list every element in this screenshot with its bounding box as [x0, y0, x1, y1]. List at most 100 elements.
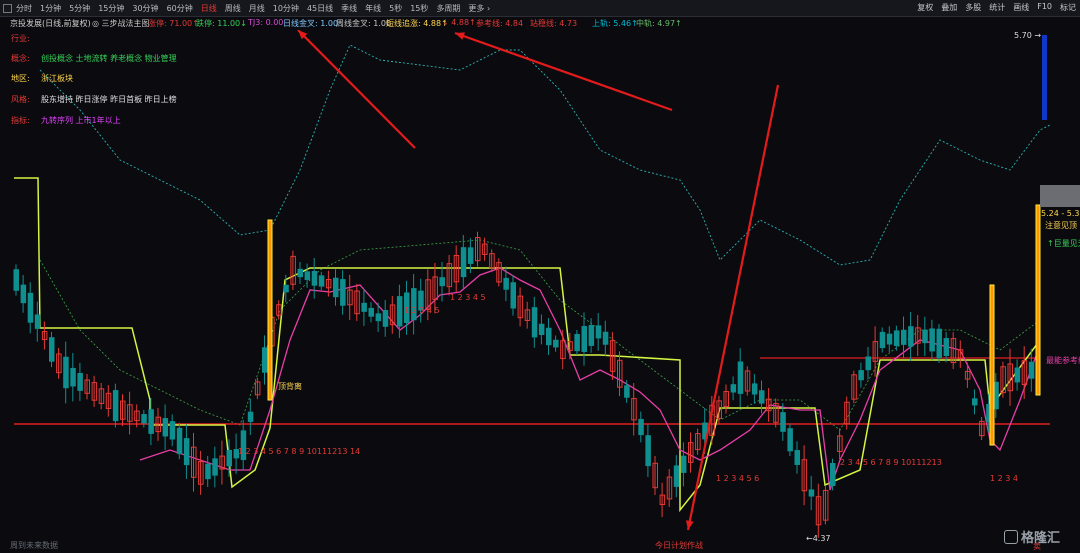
- info-item-0: 涨停: 71.00↑: [148, 19, 199, 28]
- candle-body: [830, 462, 836, 487]
- candle-body: [531, 307, 538, 338]
- candle-body: [595, 325, 602, 339]
- candle-body: [112, 390, 119, 422]
- label-top-divergence: 顶背离: [278, 382, 302, 391]
- candle-body: [162, 418, 169, 437]
- tab-4[interactable]: 30分钟: [130, 2, 160, 15]
- candle-body: [49, 337, 55, 362]
- candle-body: [283, 284, 289, 293]
- candle-body: [382, 309, 389, 327]
- right-menu-item-2[interactable]: 多股: [965, 2, 981, 13]
- info-item-7: 参考线: 4.84: [476, 19, 524, 28]
- candle-body: [13, 269, 19, 291]
- upper-counter-0: 1 2 3 4 5: [404, 306, 440, 315]
- candle-body: [333, 277, 339, 298]
- annotation-arrow-2: [454, 31, 673, 112]
- candle-body: [70, 367, 76, 387]
- candle-body: [588, 324, 595, 346]
- label-watch-top: 注意见顶: [1045, 221, 1077, 230]
- candle-body: [546, 327, 552, 346]
- candle-body: [510, 282, 516, 309]
- candle-body: [645, 435, 651, 467]
- info-item-3: 日线金叉: 1.00: [283, 19, 339, 28]
- candle-body: [304, 271, 311, 280]
- label-price-range: 5.24 - 5.30: [1041, 209, 1080, 218]
- tab-6[interactable]: 日线: [199, 2, 219, 15]
- candle-body: [1028, 361, 1035, 379]
- watermark-text: 格隆汇: [1021, 531, 1061, 546]
- menu-icon[interactable]: [3, 4, 12, 13]
- tab-0[interactable]: 分时: [14, 2, 34, 15]
- right-blue-bar: [1042, 35, 1047, 120]
- right-menu: 复权 叠加 多股 统计 画线 F10 标记: [917, 2, 1076, 13]
- candle-body: [680, 455, 687, 473]
- candle-body: [673, 465, 680, 487]
- tab-10[interactable]: 45日线: [305, 2, 335, 15]
- candle-body: [503, 277, 509, 290]
- indicator-name[interactable]: ◎ 三步战法主图: [92, 18, 150, 29]
- tab-5[interactable]: 60分钟: [165, 2, 195, 15]
- label-today-plan: 今日计划作战: [655, 541, 703, 550]
- tab-13[interactable]: 5秒: [387, 2, 404, 15]
- candle-body: [787, 428, 793, 452]
- label-huge-volume: ↑巨量见天: [1047, 239, 1080, 248]
- info-item-6: ↓ 4.88↑: [442, 18, 476, 27]
- info-item-4: 周线金叉: 1.00: [336, 19, 392, 28]
- bottom-counter-0: 1 2 3 4 5 6 7 8 9 10111213 14: [238, 447, 361, 456]
- candle-body: [396, 296, 403, 327]
- candle-body: [737, 361, 744, 394]
- tab-9[interactable]: 10分钟: [271, 2, 301, 15]
- annotation-arrow-3-head: [686, 520, 694, 530]
- tab-15[interactable]: 多周期: [434, 2, 462, 15]
- tab-16[interactable]: 更多 ›: [466, 2, 492, 15]
- right-menu-item-6[interactable]: 标记: [1060, 2, 1076, 13]
- tab-1[interactable]: 1分钟: [38, 2, 63, 15]
- candle-body: [183, 438, 190, 466]
- candle-body: [34, 314, 41, 329]
- candle-body: [1014, 367, 1021, 383]
- bottom-counter-1: 1 2 3 4 5 6: [716, 474, 760, 483]
- bottom-counter-2: 2 3 4 5 6 7 8 9 10111213: [840, 458, 942, 467]
- tab-2[interactable]: 5分钟: [67, 2, 92, 15]
- label-strong-ref: 最能参考线: [1046, 356, 1080, 365]
- tab-11[interactable]: 季线: [339, 2, 359, 15]
- right-menu-item-1[interactable]: 叠加: [941, 2, 957, 13]
- right-menu-item-4[interactable]: 画线: [1013, 2, 1029, 13]
- candle-body: [602, 331, 609, 345]
- candle-body: [247, 411, 254, 422]
- toolbar: 分时 1分钟 5分钟 15分钟 30分钟 60分钟 日线 周线 月线 10分钟 45日线 季线 年线 5秒…: [0, 0, 1080, 17]
- tab-8[interactable]: 月线: [247, 2, 267, 15]
- candle-body: [77, 372, 83, 391]
- annotation-arrow-3: [686, 84, 780, 531]
- right-menu-item-3[interactable]: 统计: [989, 2, 1005, 13]
- tab-12[interactable]: 年线: [363, 2, 383, 15]
- info-item-8: 站稳线: 4.73: [530, 19, 578, 28]
- right-gray-box: [1040, 185, 1080, 207]
- candle-body: [759, 390, 765, 404]
- candle-body: [439, 277, 445, 287]
- candle-body: [375, 313, 382, 322]
- candle-body: [141, 414, 147, 424]
- stock-title[interactable]: 京投发展(日线,前复权): [10, 18, 91, 29]
- tab-14[interactable]: 15秒: [408, 2, 430, 15]
- candle-body: [730, 384, 737, 393]
- candle-body: [311, 270, 318, 286]
- right-menu-item-5[interactable]: F10: [1037, 2, 1052, 13]
- info-item-1: 跌停: 11.00↓: [196, 19, 247, 28]
- upper-counter-1: 1 2 3 4 5: [450, 293, 486, 302]
- candle-body: [262, 347, 268, 373]
- candle-body: [943, 338, 950, 357]
- candle-body: [922, 329, 928, 344]
- candle-body: [893, 330, 900, 346]
- candle-body: [780, 412, 786, 432]
- candle-body: [148, 409, 154, 434]
- tab-3[interactable]: 15分钟: [96, 2, 126, 15]
- candle-body: [574, 333, 580, 352]
- right-menu-item-0[interactable]: 复权: [917, 2, 933, 13]
- candle-body: [63, 356, 69, 389]
- candle-body: [361, 302, 367, 312]
- candle-body: [972, 398, 978, 406]
- tab-7[interactable]: 周线: [223, 2, 243, 15]
- candle-body: [169, 421, 176, 440]
- candle-body: [879, 331, 886, 349]
